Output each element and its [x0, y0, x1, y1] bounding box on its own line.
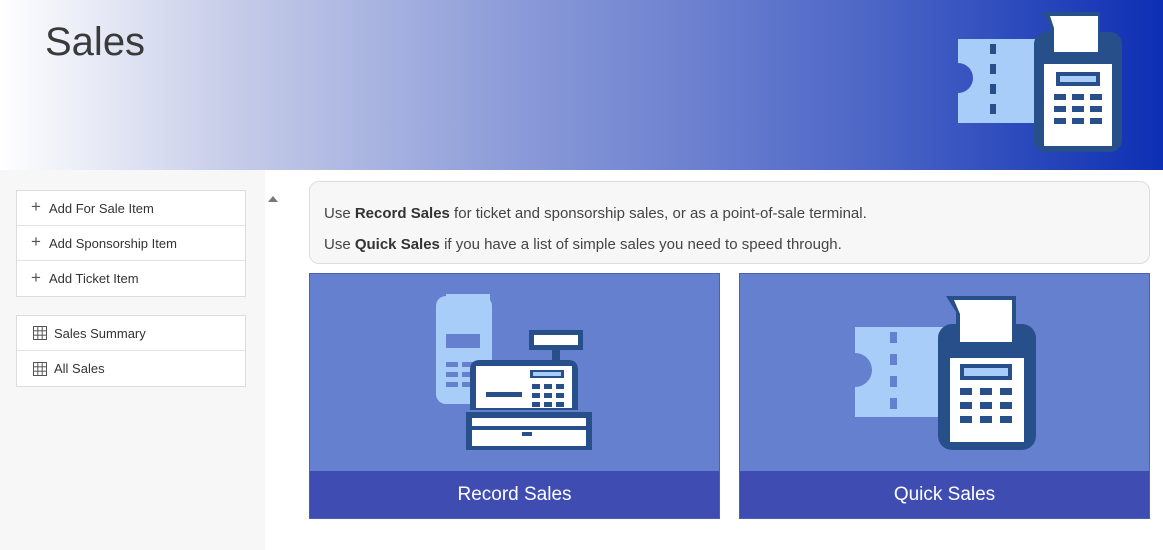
page-title: Sales	[45, 20, 146, 64]
quick-sales-tile[interactable]: Quick Sales	[739, 273, 1150, 519]
menu-item-label: Sales Summary	[54, 325, 146, 341]
scrollbar-track[interactable]	[265, 170, 281, 550]
menu-item-label: All Sales	[54, 361, 105, 376]
menu-item-label: Add Sponsorship Item	[49, 235, 177, 251]
page-header: Sales	[0, 0, 1163, 170]
reports-menu: Sales Summary All Sales	[16, 315, 246, 387]
record-sales-label: Record Sales	[310, 471, 719, 518]
plus-icon: +	[31, 267, 41, 287]
info-panel: Use Record Sales for ticket and sponsors…	[309, 181, 1150, 264]
all-sales-link[interactable]: All Sales	[17, 351, 245, 386]
cash-register-icon	[436, 294, 592, 450]
table-icon	[33, 326, 47, 340]
plus-icon: +	[31, 197, 41, 216]
table-icon	[33, 361, 47, 376]
record-sales-tile[interactable]: Record Sales	[309, 273, 720, 519]
plus-icon: +	[31, 232, 41, 251]
info-line-record: Use Record Sales for ticket and sponsors…	[324, 205, 867, 222]
sales-summary-link[interactable]: Sales Summary	[17, 316, 245, 351]
scroll-up-icon[interactable]	[266, 193, 280, 205]
ticket-terminal-icon	[855, 296, 1036, 450]
add-items-menu: + Add For Sale Item + Add Sponsorship It…	[16, 190, 246, 297]
record-sales-emphasis: Record Sales	[354, 205, 450, 222]
sidebar: + Add For Sale Item + Add Sponsorship It…	[0, 170, 265, 550]
add-sponsorship-item-button[interactable]: + Add Sponsorship Item	[17, 226, 245, 261]
ticket-terminal-icon	[958, 12, 1122, 152]
add-for-sale-item-button[interactable]: + Add For Sale Item	[17, 191, 245, 226]
add-ticket-item-button[interactable]: + Add Ticket Item	[17, 261, 245, 296]
menu-item-label: Add Ticket Item	[49, 271, 139, 286]
quick-sales-emphasis: Quick Sales	[354, 236, 440, 253]
menu-item-label: Add For Sale Item	[49, 200, 154, 216]
info-line-quick: Use Quick Sales if you have a list of si…	[324, 236, 842, 253]
quick-sales-label: Quick Sales	[740, 471, 1149, 518]
